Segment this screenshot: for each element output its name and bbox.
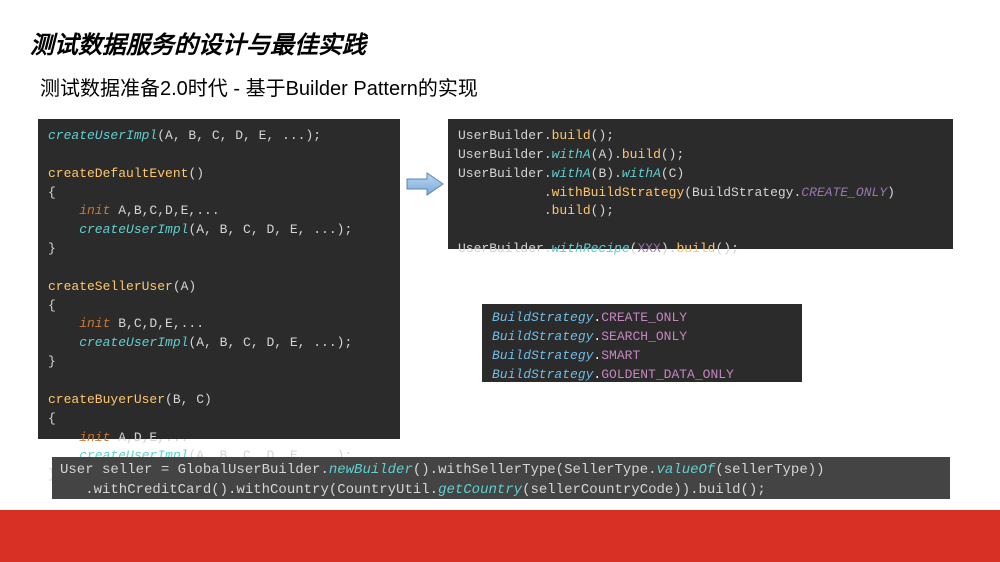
slide-subtitle: 测试数据准备2.0时代 - 基于Builder Pattern的实现 [0,60,1000,101]
slide-title: 测试数据服务的设计与最佳实践 [0,0,1000,60]
code-block-bottom: User seller = GlobalUserBuilder.newBuild… [52,457,950,499]
code-block-left: createUserImpl(A, B, C, D, E, ...); crea… [38,119,400,439]
footer-red-bar [0,510,1000,562]
code-block-right-mid: BuildStrategy.CREATE_ONLY BuildStrategy.… [482,304,802,382]
code-block-right-top: UserBuilder.build(); UserBuilder.withA(A… [448,119,953,249]
arrow-icon [405,171,445,197]
